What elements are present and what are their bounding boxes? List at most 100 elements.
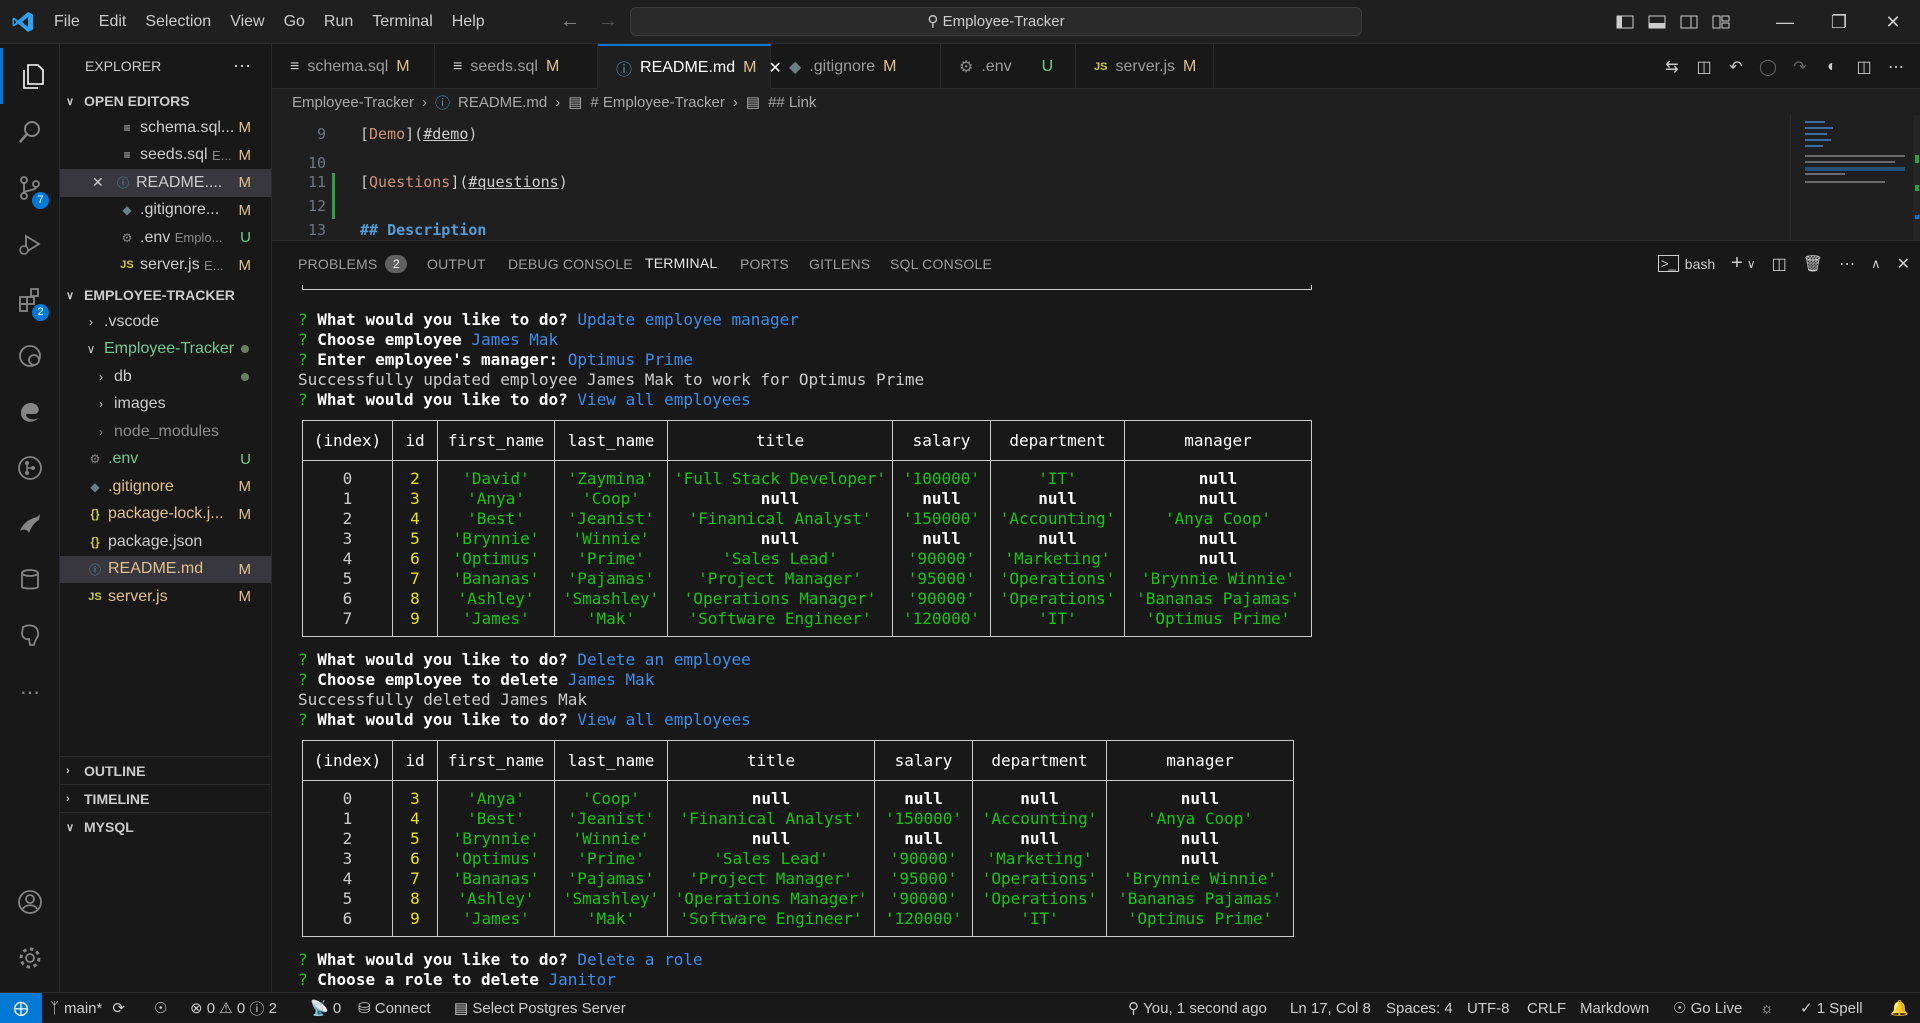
tab-seeds-sql[interactable]: ≡ seeds.sql M	[435, 44, 598, 89]
panel-more-icon[interactable]: ⋯	[1839, 254, 1855, 274]
gitlens-icon[interactable]	[0, 440, 60, 496]
tab-gitignore[interactable]: ◆ .gitignore M	[771, 44, 941, 89]
menu-help[interactable]: Help	[452, 13, 485, 31]
open-editor-schema[interactable]: ≡ schema.sql... M	[60, 114, 271, 142]
restore-icon[interactable]: ❐	[1812, 0, 1866, 44]
postgres-elephant-icon[interactable]	[0, 608, 60, 664]
go-live-button[interactable]: ☉ Go Live	[1673, 993, 1742, 1023]
tree-item-images[interactable]: › images	[60, 391, 271, 419]
problems-indicator[interactable]: ⊗ 0 ⚠ 0 ⓘ 2	[190, 993, 277, 1023]
tree-item-package-json[interactable]: {} package.json	[60, 528, 271, 556]
remote-explorer-icon[interactable]	[0, 328, 60, 384]
project-section[interactable]: ∨ EMPLOYEE-TRACKER	[60, 282, 271, 308]
connect-button[interactable]: ⛁ Connect	[358, 993, 431, 1023]
gitlens-blame-icon[interactable]: ◐	[1816, 58, 1848, 76]
open-preview-icon[interactable]: ◫	[1688, 57, 1720, 77]
tab-gitlens[interactable]: GITLENS	[809, 241, 870, 286]
breadcrumb-folder[interactable]: Employee-Tracker	[292, 94, 414, 111]
eol-indicator[interactable]: CRLF	[1527, 993, 1566, 1023]
accounts-icon[interactable]	[0, 874, 60, 930]
notifications-bell-icon[interactable]: 🔔	[1890, 993, 1909, 1023]
minimize-icon[interactable]: —	[1758, 0, 1812, 44]
tree-item-server[interactable]: JS server.js M	[60, 583, 271, 611]
menu-terminal[interactable]: Terminal	[372, 13, 432, 31]
gitlens-graph-icon[interactable]: ☉	[154, 993, 167, 1023]
more-views-icon[interactable]: ⋯	[0, 664, 60, 720]
search-icon[interactable]	[0, 104, 60, 160]
language-mode[interactable]: Markdown	[1580, 993, 1649, 1023]
tab-output[interactable]: OUTPUT	[427, 241, 486, 286]
postgres-server-selector[interactable]: ▤ Select Postgres Server	[454, 993, 626, 1023]
maximize-panel-chevron-up-icon[interactable]: ∧	[1871, 256, 1881, 272]
tree-item-readme[interactable]: ⓘ README.md M	[60, 555, 271, 583]
close-panel-icon[interactable]: ✕	[1897, 254, 1910, 274]
link-target[interactable]: #questions	[468, 173, 558, 191]
terminal-shell-label[interactable]: bash	[1685, 256, 1715, 272]
branch-indicator[interactable]: ᛉ main* ⟳	[50, 993, 125, 1023]
breadcrumb-heading-1[interactable]: # Employee-Tracker	[590, 94, 725, 111]
menu-view[interactable]: View	[230, 13, 264, 31]
breadcrumb-file[interactable]: README.md	[458, 94, 547, 111]
open-editors-section[interactable]: ∨ OPEN EDITORS	[60, 88, 271, 114]
open-editor-gitignore[interactable]: ◆ .gitignore... M	[60, 197, 271, 225]
git-commit-icon[interactable]: ◯	[1752, 57, 1784, 77]
link-target[interactable]: #demo	[423, 125, 468, 143]
menu-file[interactable]: File	[54, 13, 80, 31]
split-editor-icon[interactable]: ◫	[1848, 57, 1880, 77]
tree-item-env[interactable]: ⚙ .env U	[60, 446, 271, 474]
compare-changes-icon[interactable]: ⇆	[1656, 57, 1688, 77]
tab-schema-sql[interactable]: ≡ schema.sql M	[272, 44, 435, 89]
copilot-icon[interactable]: ☼	[1760, 993, 1774, 1023]
git-blame-indicator[interactable]: ⚲ You, 1 second ago	[1128, 993, 1267, 1023]
ports-indicator[interactable]: 📡 0	[310, 993, 341, 1023]
toggle-primary-sidebar-icon[interactable]	[1612, 12, 1638, 32]
mysql-section[interactable]: ∨ MYSQL	[60, 812, 272, 841]
database-icon[interactable]	[0, 552, 60, 608]
outline-section[interactable]: › OUTLINE	[60, 756, 272, 785]
manage-gear-icon[interactable]	[0, 930, 60, 986]
new-terminal-plus-icon[interactable]: +	[1731, 252, 1743, 275]
git-forward-icon[interactable]: ↷	[1784, 57, 1816, 77]
close-icon[interactable]: ✕	[92, 174, 114, 191]
tab-readme[interactable]: ⓘ README.md M ✕	[598, 44, 782, 89]
timeline-section[interactable]: › TIMELINE	[60, 784, 272, 813]
edge-devtools-icon[interactable]	[0, 384, 60, 440]
menu-edit[interactable]: Edit	[99, 13, 127, 31]
spell-check-indicator[interactable]: ✓ 1 Spell	[1800, 993, 1863, 1023]
encoding-indicator[interactable]: UTF-8	[1467, 993, 1510, 1023]
explorer-icon[interactable]	[0, 48, 60, 104]
tree-item-db[interactable]: › db	[60, 363, 271, 391]
forward-arrow-icon[interactable]: →	[598, 10, 618, 32]
customize-layout-icon[interactable]	[1708, 12, 1734, 32]
tree-item-vscode[interactable]: › .vscode	[60, 308, 271, 336]
trash-icon[interactable]: 🗑	[1803, 254, 1823, 274]
editor-more-icon[interactable]: ⋯	[1880, 57, 1912, 77]
chevron-down-icon[interactable]: ∨	[1747, 257, 1756, 271]
tree-item-node-modules[interactable]: › node_modules	[60, 418, 271, 446]
tree-item-employee-tracker[interactable]: ∨ Employee-Tracker	[60, 336, 271, 364]
cursor-position[interactable]: Ln 17, Col 8	[1290, 993, 1371, 1023]
open-editor-env[interactable]: ⚙ .env Emplo... U	[60, 224, 271, 252]
code-editor[interactable]: 9 [Demo](#demo) 10 11 [Questions](#questio…	[272, 115, 1920, 240]
tree-item-gitignore[interactable]: ◆ .gitignore M	[60, 473, 271, 501]
back-arrow-icon[interactable]: ←	[560, 10, 580, 32]
remote-indicator-icon[interactable]: ⨁	[0, 993, 42, 1023]
toggle-secondary-sidebar-icon[interactable]	[1676, 12, 1702, 32]
explorer-more-icon[interactable]: ⋯	[233, 56, 251, 77]
open-editor-readme[interactable]: ✕ ⓘ README.... M	[60, 169, 271, 197]
git-back-icon[interactable]: ↶	[1720, 57, 1752, 77]
menu-go[interactable]: Go	[284, 13, 305, 31]
command-center-search[interactable]: ⚲ Employee-Tracker	[630, 7, 1362, 36]
source-control-icon[interactable]: 7	[0, 160, 60, 216]
menu-run[interactable]: Run	[324, 13, 353, 31]
menu-selection[interactable]: Selection	[145, 13, 211, 31]
tree-item-package-lock[interactable]: {} package-lock.j... M	[60, 501, 271, 529]
run-debug-icon[interactable]	[0, 216, 60, 272]
open-editor-server[interactable]: JS server.js E... M	[60, 252, 271, 280]
split-terminal-icon[interactable]: ◫	[1772, 254, 1787, 274]
tab-env[interactable]: ⚙ .env U	[941, 44, 1076, 89]
sync-icon[interactable]: ⟳	[112, 999, 125, 1017]
tab-debug-console[interactable]: DEBUG CONSOLE	[508, 241, 633, 286]
toggle-panel-icon[interactable]	[1644, 12, 1670, 32]
tab-sql-console[interactable]: SQL CONSOLE	[890, 241, 992, 286]
